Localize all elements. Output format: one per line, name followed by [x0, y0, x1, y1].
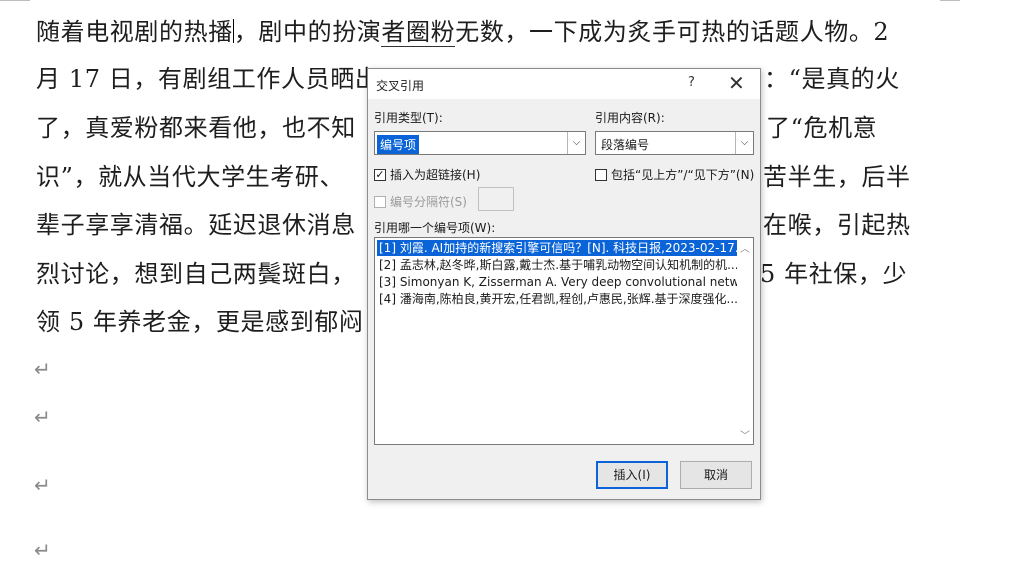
- doc-line-6[interactable]: 烈讨论，想到自己两鬓斑白，: [36, 259, 356, 289]
- include-above-below-checkbox[interactable]: [595, 168, 607, 181]
- list-item[interactable]: [2] 孟志林,赵冬晔,斯白露,戴士杰.基于哺乳动物空间认知机制的机...: [377, 257, 737, 273]
- numbered-items-list[interactable]: [1] 刘霞. AI加持的新搜索引擎可信吗？[N]. 科技日报,2023-02-…: [374, 237, 754, 445]
- doc-line-2[interactable]: 月 17 日，有剧组工作人员晒出: [36, 64, 379, 94]
- scroll-down-icon[interactable]: ﹀: [740, 427, 750, 442]
- ref-content-value: 段落编号: [601, 138, 650, 152]
- ref-type-select[interactable]: 编号项 ⌵: [374, 131, 586, 155]
- doc-line-4[interactable]: 识”，就从当代大学生考研、: [36, 162, 344, 192]
- list-scrollbar[interactable]: ︿ ﹀: [737, 238, 753, 444]
- include-above-below-label: 包括“见上方”/“见下方”(N): [611, 168, 755, 182]
- cross-reference-dialog: 交叉引用 ? ✕ 引用类型(T): 编号项 ⌵ 引用内容(R): 段落编号 ⌵ …: [367, 68, 761, 500]
- doc-line-5[interactable]: 辈子享享清福。延迟退休消息: [36, 210, 356, 240]
- number-separator-label: 编号分隔符(S): [390, 195, 467, 209]
- page-edge-left: [0, 0, 30, 1]
- list-item[interactable]: [3] Simonyan K, Zisserman A. Very deep c…: [377, 274, 737, 290]
- list-item[interactable]: [4] 潘海南,陈柏良,黄开宏,任君凯,程创,卢惠民,张辉.基于深度强化...: [377, 291, 737, 307]
- underlined-text: 者圈粉: [381, 18, 456, 47]
- which-item-label: 引用哪一个编号项(W):: [374, 221, 496, 235]
- text-run: 5 年社保，少: [760, 260, 908, 288]
- paragraph-mark: ↵: [34, 405, 51, 429]
- text-run: ，剧中的扮演: [233, 18, 382, 46]
- insert-hyperlink-label: 插入为超链接(H): [390, 168, 481, 182]
- insert-hyperlink-checkbox[interactable]: ✓: [374, 168, 386, 181]
- chevron-down-icon[interactable]: ⌵: [567, 132, 585, 154]
- ref-type-label: 引用类型(T):: [374, 111, 443, 125]
- number-separator-option: 编号分隔符(S): [374, 193, 467, 210]
- number-separator-checkbox: [374, 195, 386, 208]
- ref-type-value: 编号项: [377, 135, 420, 154]
- insert-button[interactable]: 插入(I): [596, 461, 668, 489]
- text-run: 随着电视剧的热播: [36, 18, 233, 46]
- text-run: 在喉，引起热: [763, 211, 911, 239]
- insert-hyperlink-option[interactable]: ✓ 插入为超链接(H): [374, 166, 480, 183]
- doc-line-2-right[interactable]: ：“是真的火: [764, 64, 900, 94]
- text-run: 了，真爱粉都来看他，也不知: [36, 114, 356, 142]
- text-run: 了“危机意: [766, 114, 878, 142]
- close-icon[interactable]: ✕: [728, 71, 745, 95]
- text-run: 辈子享享清福。延迟退休消息: [36, 211, 356, 239]
- paragraph-mark: ↵: [34, 473, 51, 497]
- dialog-title: 交叉引用: [376, 79, 425, 93]
- chevron-down-icon[interactable]: ⌵: [735, 132, 753, 154]
- doc-line-6-right[interactable]: 5 年社保，少: [760, 259, 907, 289]
- dialog-title-bar[interactable]: 交叉引用 ? ✕: [368, 69, 760, 99]
- text-run: ：“是真的火: [764, 65, 900, 93]
- ref-content-select[interactable]: 段落编号 ⌵: [595, 131, 754, 155]
- text-run: 苦半生，后半: [763, 163, 911, 191]
- text-run: 领 5 年养老金，更是感到郁闷: [36, 308, 364, 336]
- doc-line-7[interactable]: 领 5 年养老金，更是感到郁闷: [36, 307, 364, 337]
- help-icon[interactable]: ?: [688, 75, 695, 90]
- list-item[interactable]: [1] 刘霞. AI加持的新搜索引擎可信吗？[N]. 科技日报,2023-02-…: [377, 240, 737, 256]
- scroll-up-icon[interactable]: ︿: [740, 240, 750, 255]
- doc-line-1[interactable]: 随着电视剧的热播，剧中的扮演者圈粉无数，一下成为炙手可热的话题人物。2: [36, 17, 889, 47]
- doc-line-5-right[interactable]: 在喉，引起热: [763, 210, 911, 240]
- doc-line-3-right[interactable]: 了“危机意: [766, 113, 877, 143]
- number-separator-input: [478, 187, 514, 211]
- text-run: 识”，就从当代大学生考研、: [36, 163, 345, 191]
- include-above-below-option[interactable]: 包括“见上方”/“见下方”(N): [595, 166, 754, 183]
- ref-content-label: 引用内容(R):: [595, 111, 665, 125]
- text-run: 月 17 日，有剧组工作人员晒出: [36, 65, 380, 93]
- text-run: 无数，一下成为炙手可热的话题人物。2: [455, 18, 890, 46]
- text-run: 烈讨论，想到自己两鬓斑白，: [36, 260, 356, 288]
- paragraph-mark: ↵: [34, 357, 51, 381]
- cancel-button[interactable]: 取消: [680, 461, 752, 489]
- doc-line-4-right[interactable]: 苦半生，后半: [763, 162, 911, 192]
- paragraph-mark: ↵: [34, 538, 51, 561]
- doc-line-3[interactable]: 了，真爱粉都来看他，也不知: [36, 113, 356, 143]
- page-edge-right: [940, 0, 960, 1]
